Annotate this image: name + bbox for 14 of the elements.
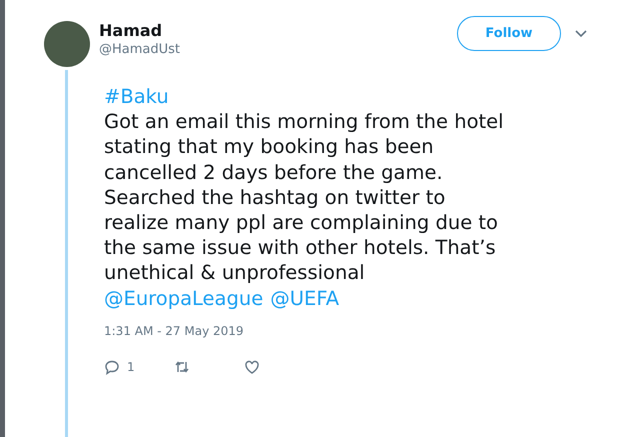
mention-link[interactable]: @EuropaLeague	[104, 286, 264, 311]
retweet-icon[interactable]	[174, 359, 190, 376]
reply-icon[interactable]	[104, 359, 120, 376]
hashtag-link[interactable]: #Baku	[104, 84, 504, 110]
avatar-photo[interactable]	[44, 21, 90, 67]
tweet-timestamp[interactable]: 1:31 AM - 27 May 2019	[104, 322, 504, 339]
author-name[interactable]: Hamad	[99, 21, 180, 41]
heart-icon[interactable]	[244, 359, 260, 376]
follow-button[interactable]: Follow	[457, 16, 561, 51]
reply-count: 1	[127, 358, 135, 376]
chevron-down-icon[interactable]	[575, 30, 587, 38]
tweet-text: Got an email this morning from the hotel stating that my booking has been cancelled 2 days before the game. Searched the hashtag on twitter to realize many ppl are complaining due to the same issue with other hotels. That’s unethical & unprofessional	[104, 109, 504, 286]
mention-link[interactable]: @UEFA	[270, 286, 340, 311]
author-handle[interactable]: @HamadUst	[99, 41, 180, 59]
